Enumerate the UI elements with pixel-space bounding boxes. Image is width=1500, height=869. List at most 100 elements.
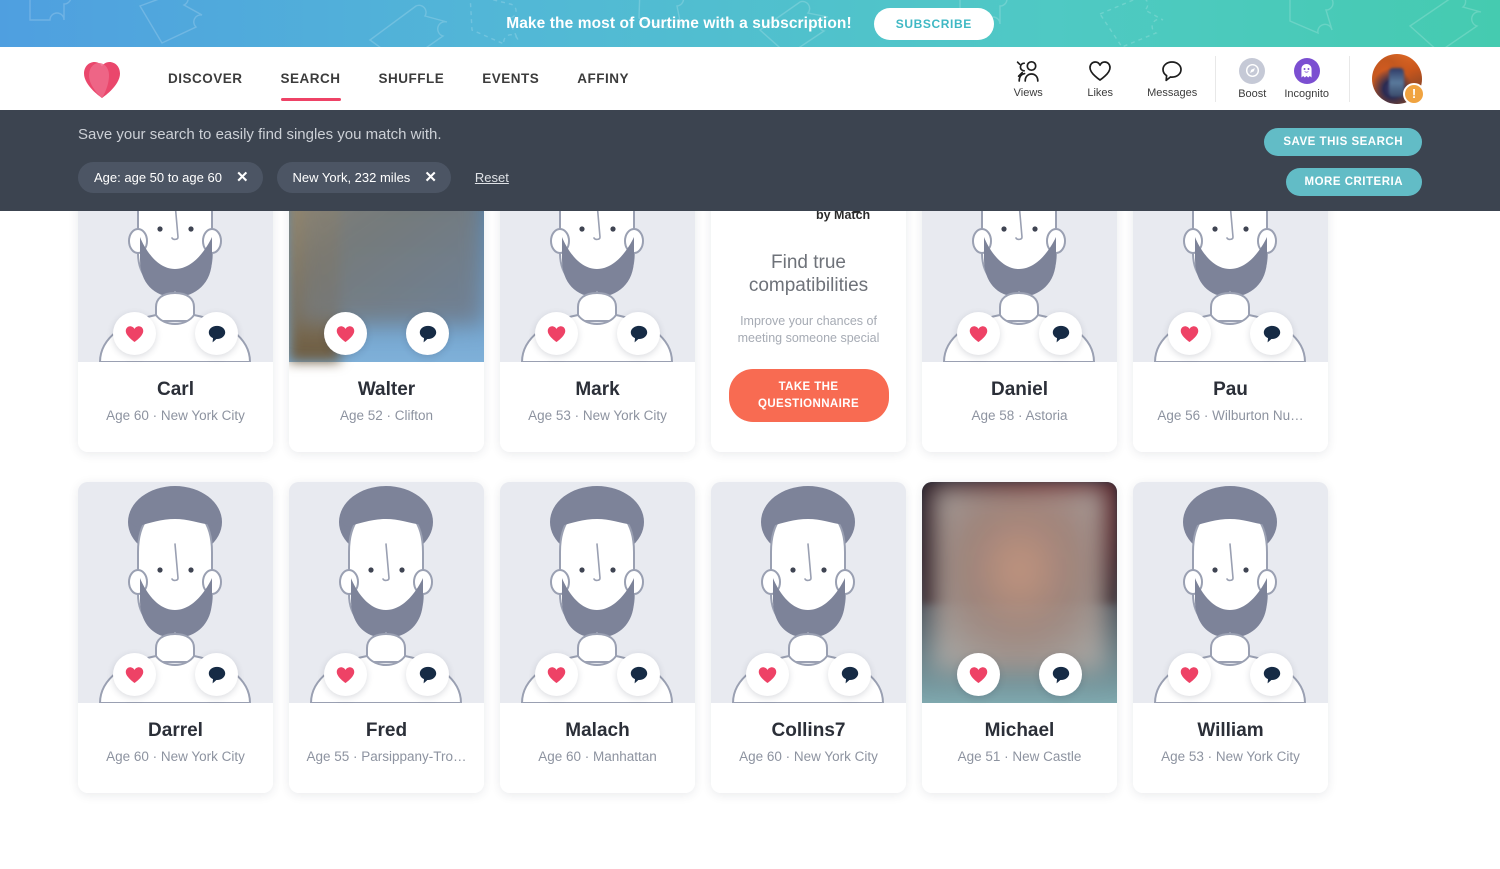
message-button[interactable] — [617, 653, 660, 696]
nav-item-views[interactable]: Views — [1007, 59, 1049, 99]
like-button[interactable] — [324, 653, 367, 696]
nav-item-incognito-label: Incognito — [1284, 87, 1329, 100]
profile-photo — [922, 482, 1117, 703]
take-questionnaire-button[interactable]: TAKE THE QUESTIONNAIRE — [728, 369, 889, 423]
affiny-promo-card[interactable]: affiny by Match Find true compatibilitie… — [711, 211, 906, 452]
profile-photo — [1133, 211, 1328, 362]
criteria-chip-location[interactable]: New York, 232 miles ✕ — [276, 162, 451, 193]
like-button[interactable] — [957, 653, 1000, 696]
profile-card[interactable]: Fred Age 55 · Parsippany-Tro… — [289, 482, 484, 793]
profile-card[interactable]: Carl Age 60 · New York City — [78, 211, 273, 452]
profile-card[interactable]: Michael Age 51 · New Castle — [922, 482, 1117, 793]
message-button[interactable] — [406, 653, 449, 696]
like-button[interactable] — [324, 312, 367, 355]
profile-meta: Age 60 · Manhattan — [538, 749, 657, 764]
like-button[interactable] — [1168, 653, 1211, 696]
message-button[interactable] — [1250, 653, 1293, 696]
double-heart-logo[interactable] — [80, 57, 124, 101]
profile-info: Collins7 Age 60 · New York City — [711, 703, 906, 793]
like-button[interactable] — [746, 653, 789, 696]
profile-name: Pau — [1213, 379, 1248, 400]
like-button[interactable] — [957, 312, 1000, 355]
message-button[interactable] — [828, 653, 871, 696]
card-action-buttons — [500, 653, 695, 703]
profile-photo — [1133, 482, 1328, 703]
speech-bubble-icon — [1161, 59, 1183, 83]
profile-info: Michael Age 51 · New Castle — [922, 703, 1117, 793]
people-icon — [1016, 59, 1041, 83]
profile-card[interactable]: Pau Age 56 · Wilburton Nu… — [1133, 211, 1328, 452]
profile-photo — [922, 211, 1117, 362]
nav-right-cluster: Views Likes Messages Boost Incognito ! — [1007, 47, 1425, 110]
reset-filters-link[interactable]: Reset — [475, 170, 509, 185]
nav-link-events[interactable]: EVENTS — [482, 47, 539, 110]
like-button[interactable] — [113, 312, 156, 355]
profile-card[interactable]: Walter Age 52 · Clifton — [289, 211, 484, 452]
nav-link-shuffle[interactable]: SHUFFLE — [379, 47, 445, 110]
close-icon[interactable]: ✕ — [424, 170, 437, 185]
profile-meta: Age 60 · New York City — [106, 408, 245, 423]
message-button[interactable] — [195, 653, 238, 696]
profile-photo — [78, 482, 273, 703]
message-button[interactable] — [1250, 312, 1293, 355]
user-avatar-menu[interactable]: ! — [1372, 53, 1425, 105]
criteria-chip-age[interactable]: Age: age 50 to age 60 ✕ — [78, 162, 263, 193]
message-button[interactable] — [1039, 653, 1082, 696]
profile-name: Walter — [357, 379, 416, 400]
nav-item-messages-label: Messages — [1147, 86, 1198, 99]
avatar-alert-badge[interactable]: ! — [1403, 82, 1425, 105]
nav-link-affiny[interactable]: AFFINY — [577, 47, 629, 110]
profile-name: Malach — [565, 720, 630, 741]
boost-rocket-icon — [1239, 57, 1266, 84]
card-action-buttons — [922, 653, 1117, 703]
like-button[interactable] — [113, 653, 156, 696]
profile-card-grid: Carl Age 60 · New York City Walter Age 5 — [78, 211, 1422, 793]
profile-meta: Age 55 · Parsippany-Tro… — [306, 749, 467, 764]
nav-item-views-label: Views — [1013, 86, 1043, 99]
profile-meta: Age 58 · Astoria — [971, 408, 1068, 423]
nav-item-likes[interactable]: Likes — [1079, 59, 1121, 99]
like-button[interactable] — [1168, 312, 1211, 355]
main-nav-links: DISCOVER SEARCH SHUFFLE EVENTS AFFINY — [168, 47, 629, 110]
nav-item-likes-label: Likes — [1087, 86, 1114, 99]
nav-item-messages[interactable]: Messages — [1147, 59, 1197, 99]
profile-info: Carl Age 60 · New York City — [78, 362, 273, 452]
card-action-buttons — [922, 312, 1117, 362]
like-button[interactable] — [535, 653, 578, 696]
profile-card[interactable]: William Age 53 · New York City — [1133, 482, 1328, 793]
profile-name: Darrel — [148, 720, 203, 741]
profile-name: Carl — [157, 379, 194, 400]
profile-info: Pau Age 56 · Wilburton Nu… — [1133, 362, 1328, 452]
like-button[interactable] — [535, 312, 578, 355]
profile-info: Malach Age 60 · Manhattan — [500, 703, 695, 793]
subscribe-button[interactable]: SUBSCRIBE — [873, 7, 994, 40]
profile-info: William Age 53 · New York City — [1133, 703, 1328, 793]
message-button[interactable] — [1039, 312, 1082, 355]
nav-item-boost[interactable]: Boost — [1238, 57, 1266, 100]
search-results-area: Carl Age 60 · New York City Walter Age 5 — [0, 211, 1500, 869]
nav-item-incognito[interactable]: Incognito — [1284, 57, 1329, 100]
save-this-search-button[interactable]: SAVE THIS SEARCH — [1264, 128, 1422, 156]
message-button[interactable] — [617, 312, 660, 355]
profile-name: Fred — [365, 720, 408, 741]
profile-card[interactable]: Malach Age 60 · Manhattan — [500, 482, 695, 793]
nav-link-discover[interactable]: DISCOVER — [168, 47, 243, 110]
card-action-buttons — [289, 653, 484, 703]
close-icon[interactable]: ✕ — [236, 170, 249, 185]
message-button[interactable] — [195, 312, 238, 355]
profile-photo — [78, 211, 273, 362]
profile-card[interactable]: Daniel Age 58 · Astoria — [922, 211, 1117, 452]
profile-info: Darrel Age 60 · New York City — [78, 703, 273, 793]
criteria-chip-location-label: New York, 232 miles — [292, 170, 411, 185]
message-button[interactable] — [406, 312, 449, 355]
profile-meta: Age 60 · New York City — [739, 749, 878, 764]
profile-info: Daniel Age 58 · Astoria — [922, 362, 1117, 452]
affiny-logo-byline: by Match — [816, 211, 870, 222]
ghost-icon — [1293, 57, 1320, 84]
profile-card[interactable]: Collins7 Age 60 · New York City — [711, 482, 906, 793]
more-criteria-button[interactable]: MORE CRITERIA — [1285, 168, 1422, 196]
profile-card[interactable]: Mark Age 53 · New York City — [500, 211, 695, 452]
profile-card[interactable]: Darrel Age 60 · New York City — [78, 482, 273, 793]
nav-link-search[interactable]: SEARCH — [280, 47, 341, 110]
profile-name: Daniel — [990, 379, 1049, 400]
